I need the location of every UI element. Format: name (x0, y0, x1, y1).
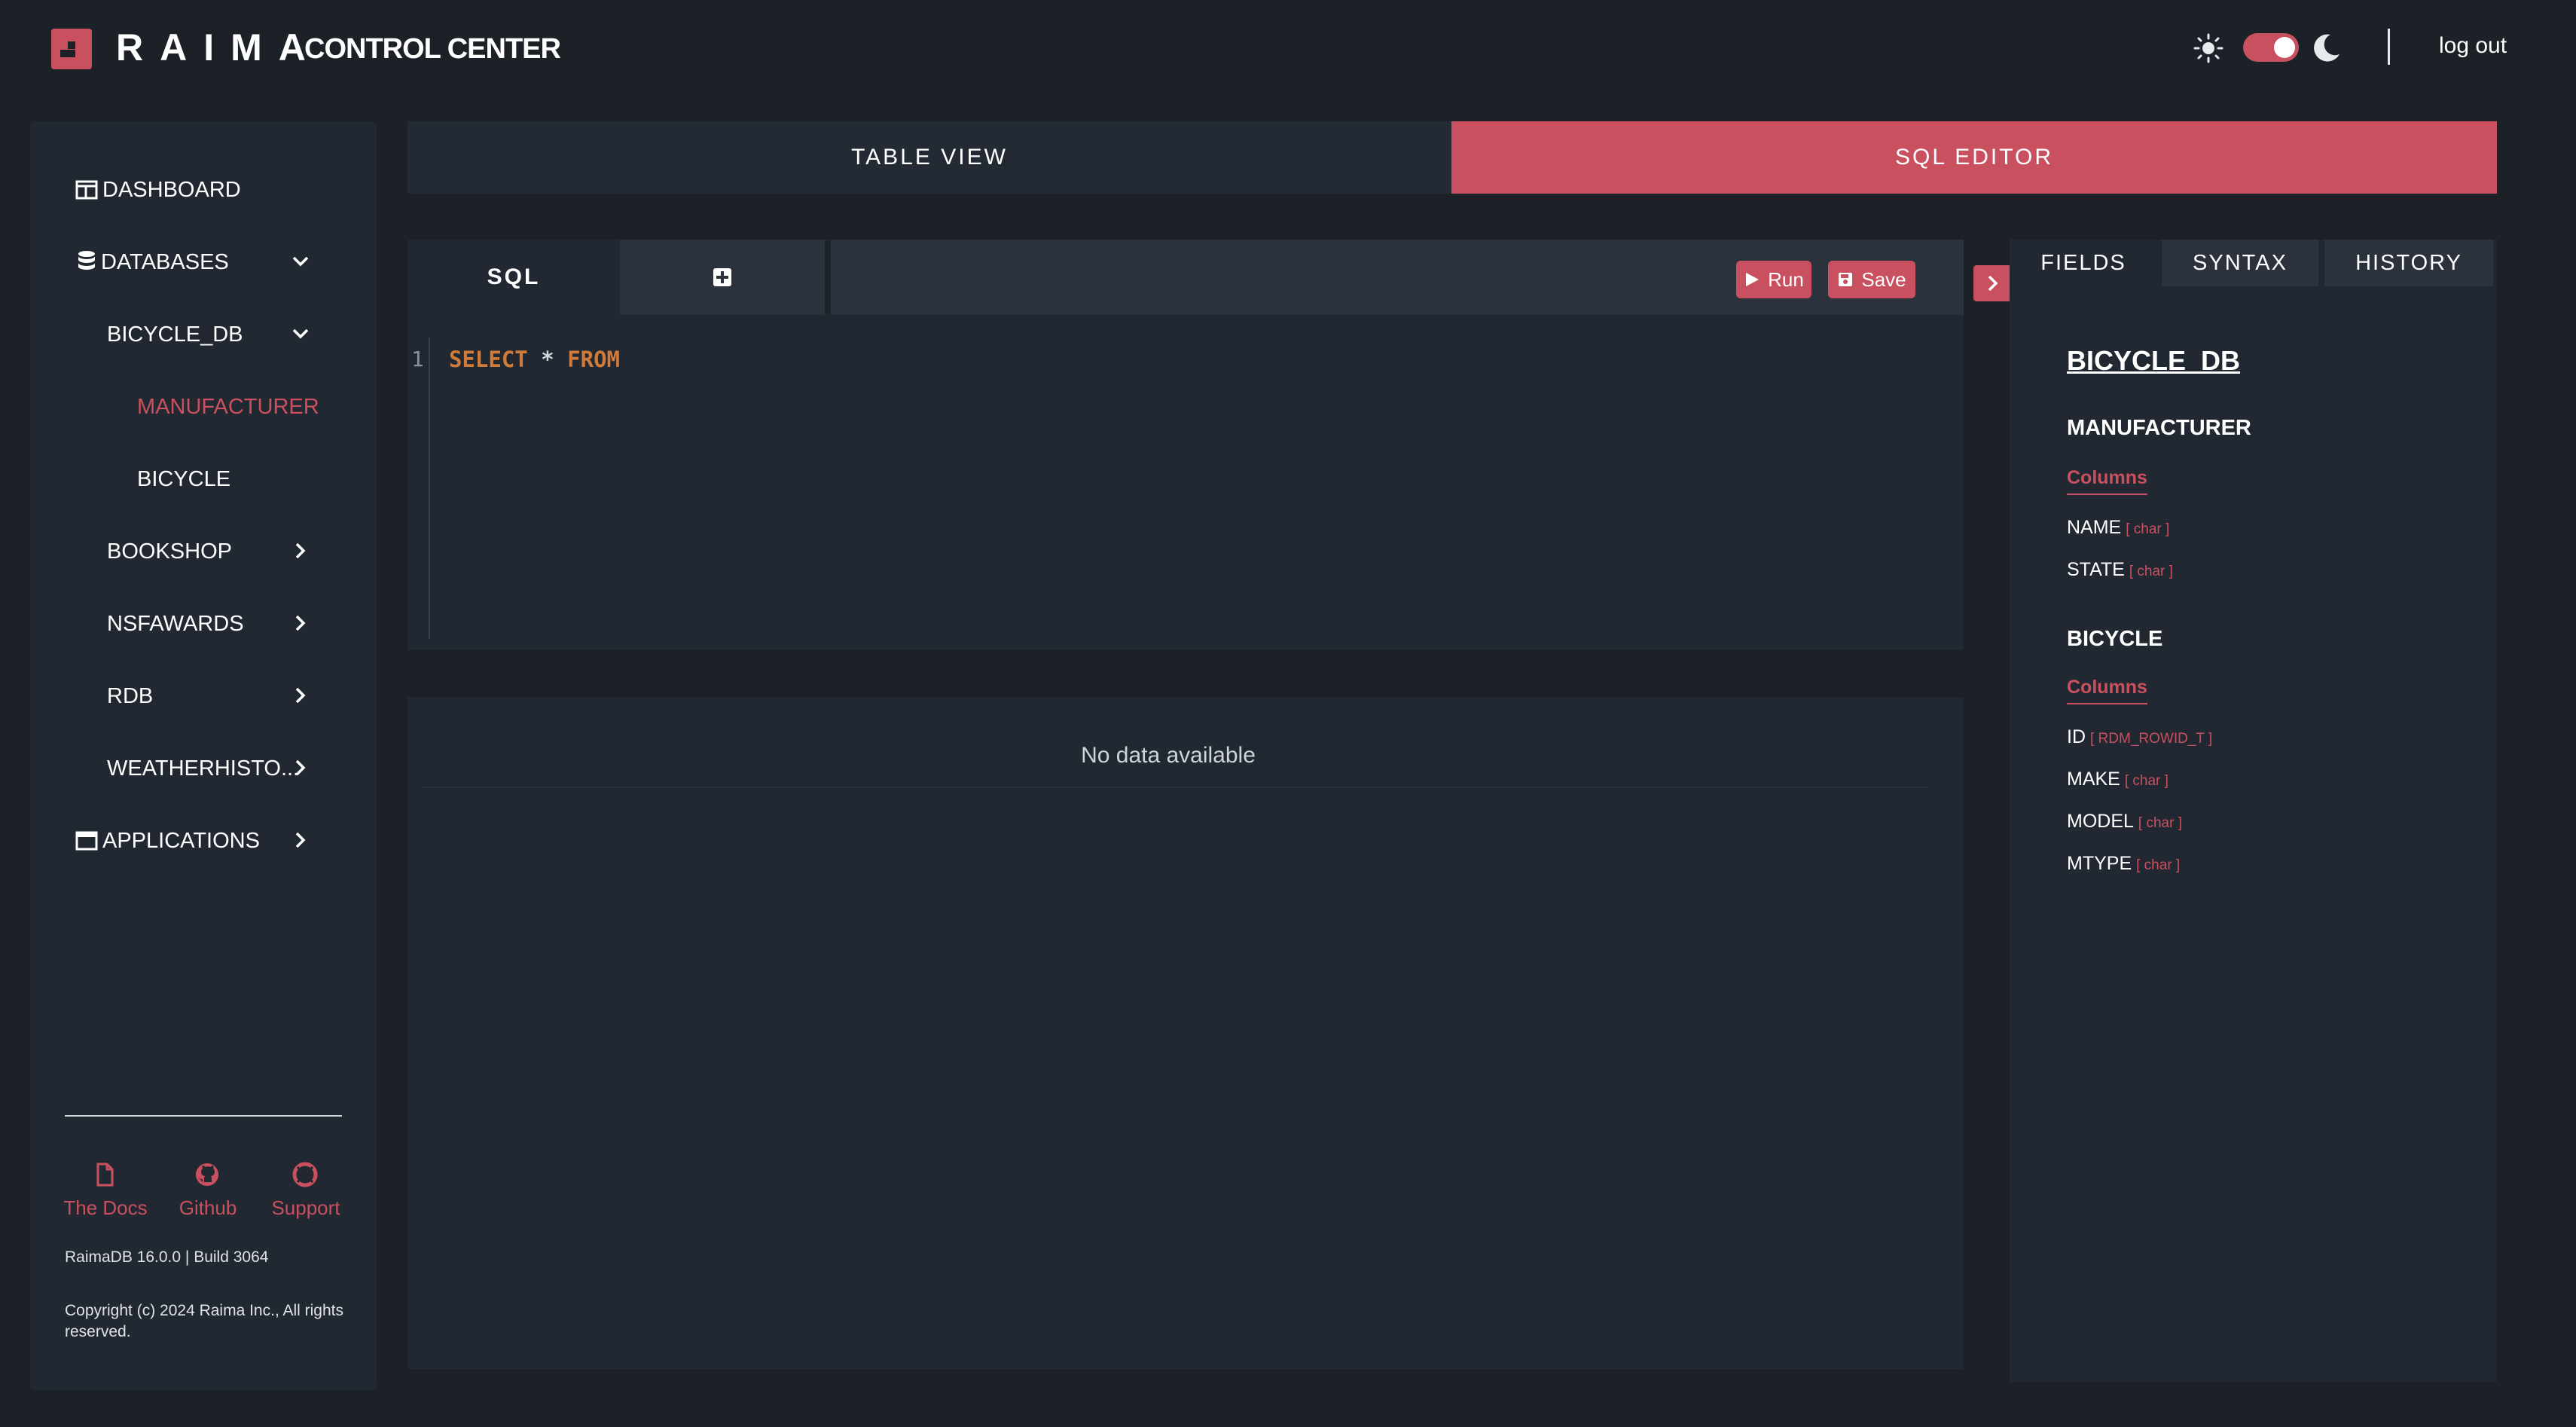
column-item[interactable]: MODEL[ char ] (2067, 811, 2182, 833)
sidebar-item-rdb[interactable]: RDB (107, 684, 153, 709)
brand-subtitle: CONTROL CENTER (304, 33, 561, 65)
sidebar-divider (65, 1115, 342, 1117)
column-item[interactable]: MTYPE[ char ] (2067, 853, 2180, 875)
github-icon[interactable] (194, 1162, 220, 1187)
github-link[interactable]: Github (163, 1196, 253, 1220)
sidebar-item-applications[interactable]: APPLICATIONS (102, 829, 260, 854)
logout-link[interactable]: log out (2439, 33, 2507, 59)
save-button[interactable]: Save (1828, 261, 1915, 298)
chevron-down-icon[interactable] (291, 324, 310, 344)
sidebar-item-databases[interactable]: DATABASES (101, 250, 229, 275)
results-panel (407, 697, 1964, 1369)
applications-icon (75, 831, 98, 851)
document-icon[interactable] (92, 1162, 118, 1187)
tab-fields[interactable]: FIELDS (2010, 240, 2157, 286)
column-item[interactable]: ID[ RDM_ROWID_T ] (2067, 726, 2212, 748)
editor-tab-sql[interactable]: SQL (407, 240, 620, 315)
sql-code-line[interactable]: SELECT * FROM (449, 347, 620, 372)
theme-toggle[interactable] (2243, 33, 2299, 62)
sql-keyword: SELECT (449, 347, 528, 372)
tab-history[interactable]: HISTORY (2324, 240, 2493, 286)
run-button-label: Run (1768, 267, 1804, 291)
sidebar-item-manufacturer[interactable]: MANUFACTURER (137, 395, 319, 420)
chevron-right-icon[interactable] (291, 541, 310, 561)
table-name[interactable]: BICYCLE (2067, 627, 2162, 652)
chevron-right-icon (1988, 275, 1998, 292)
column-item[interactable]: NAME[ char ] (2067, 517, 2169, 539)
moon-icon[interactable] (2311, 32, 2343, 63)
raima-logo (51, 29, 92, 69)
sidebar-item-weatherhistory[interactable]: WEATHERHISTO... (107, 756, 299, 781)
dashboard-icon (75, 180, 98, 200)
add-tab-button[interactable] (620, 240, 825, 315)
sidebar-item-dashboard[interactable]: DASHBOARD (102, 178, 241, 203)
chevron-right-icon[interactable] (291, 613, 310, 633)
play-icon (1746, 273, 1760, 286)
chevron-right-icon[interactable] (291, 830, 310, 850)
database-icon (78, 251, 95, 270)
line-number: 1 (411, 347, 424, 371)
chevron-down-icon[interactable] (291, 252, 310, 271)
brand-name: RAIMA (116, 26, 322, 69)
sql-operator: * (541, 347, 554, 372)
run-button[interactable]: Run (1736, 261, 1811, 298)
table-name[interactable]: MANUFACTURER (2067, 416, 2251, 441)
chevron-right-icon[interactable] (291, 758, 310, 778)
editor-gutter (429, 338, 430, 639)
header-divider (2388, 29, 2390, 65)
support-icon[interactable] (292, 1162, 318, 1187)
column-item[interactable]: MAKE[ char ] (2067, 769, 2169, 790)
copyright: Copyright (c) 2024 Raima Inc., All right… (65, 1302, 343, 1340)
floppy-disk-icon (1839, 273, 1853, 286)
results-empty-text: No data available (1081, 743, 1256, 768)
sidebar-item-nsfawards[interactable]: NSFAWARDS (107, 612, 244, 637)
columns-label: Columns (2067, 467, 2147, 495)
save-button-label: Save (1861, 267, 1906, 291)
columns-label: Columns (2067, 677, 2147, 704)
sun-icon[interactable] (2193, 33, 2223, 63)
tab-syntax[interactable]: SYNTAX (2162, 240, 2318, 286)
sql-keyword: FROM (567, 347, 621, 372)
sidebar-item-bicycle[interactable]: BICYCLE (137, 467, 230, 492)
sidebar-item-bicycle-db[interactable]: BICYCLE_DB (107, 322, 243, 347)
database-title[interactable]: BICYCLE_DB (2067, 345, 2240, 377)
docs-link[interactable]: The Docs (60, 1196, 151, 1220)
collapse-panel-button[interactable] (1973, 265, 2011, 301)
results-divider (422, 787, 1928, 788)
chevron-right-icon[interactable] (291, 686, 310, 705)
tab-table-view[interactable]: TABLE VIEW (407, 121, 1451, 194)
column-item[interactable]: STATE[ char ] (2067, 559, 2173, 581)
support-link[interactable]: Support (261, 1196, 351, 1220)
tab-sql-editor[interactable]: SQL EDITOR (1451, 121, 2497, 194)
sidebar-item-bookshop[interactable]: BOOKSHOP (107, 539, 232, 564)
plus-square-icon (713, 268, 731, 286)
build-info: RaimaDB 16.0.0 | Build 3064 (65, 1248, 269, 1266)
